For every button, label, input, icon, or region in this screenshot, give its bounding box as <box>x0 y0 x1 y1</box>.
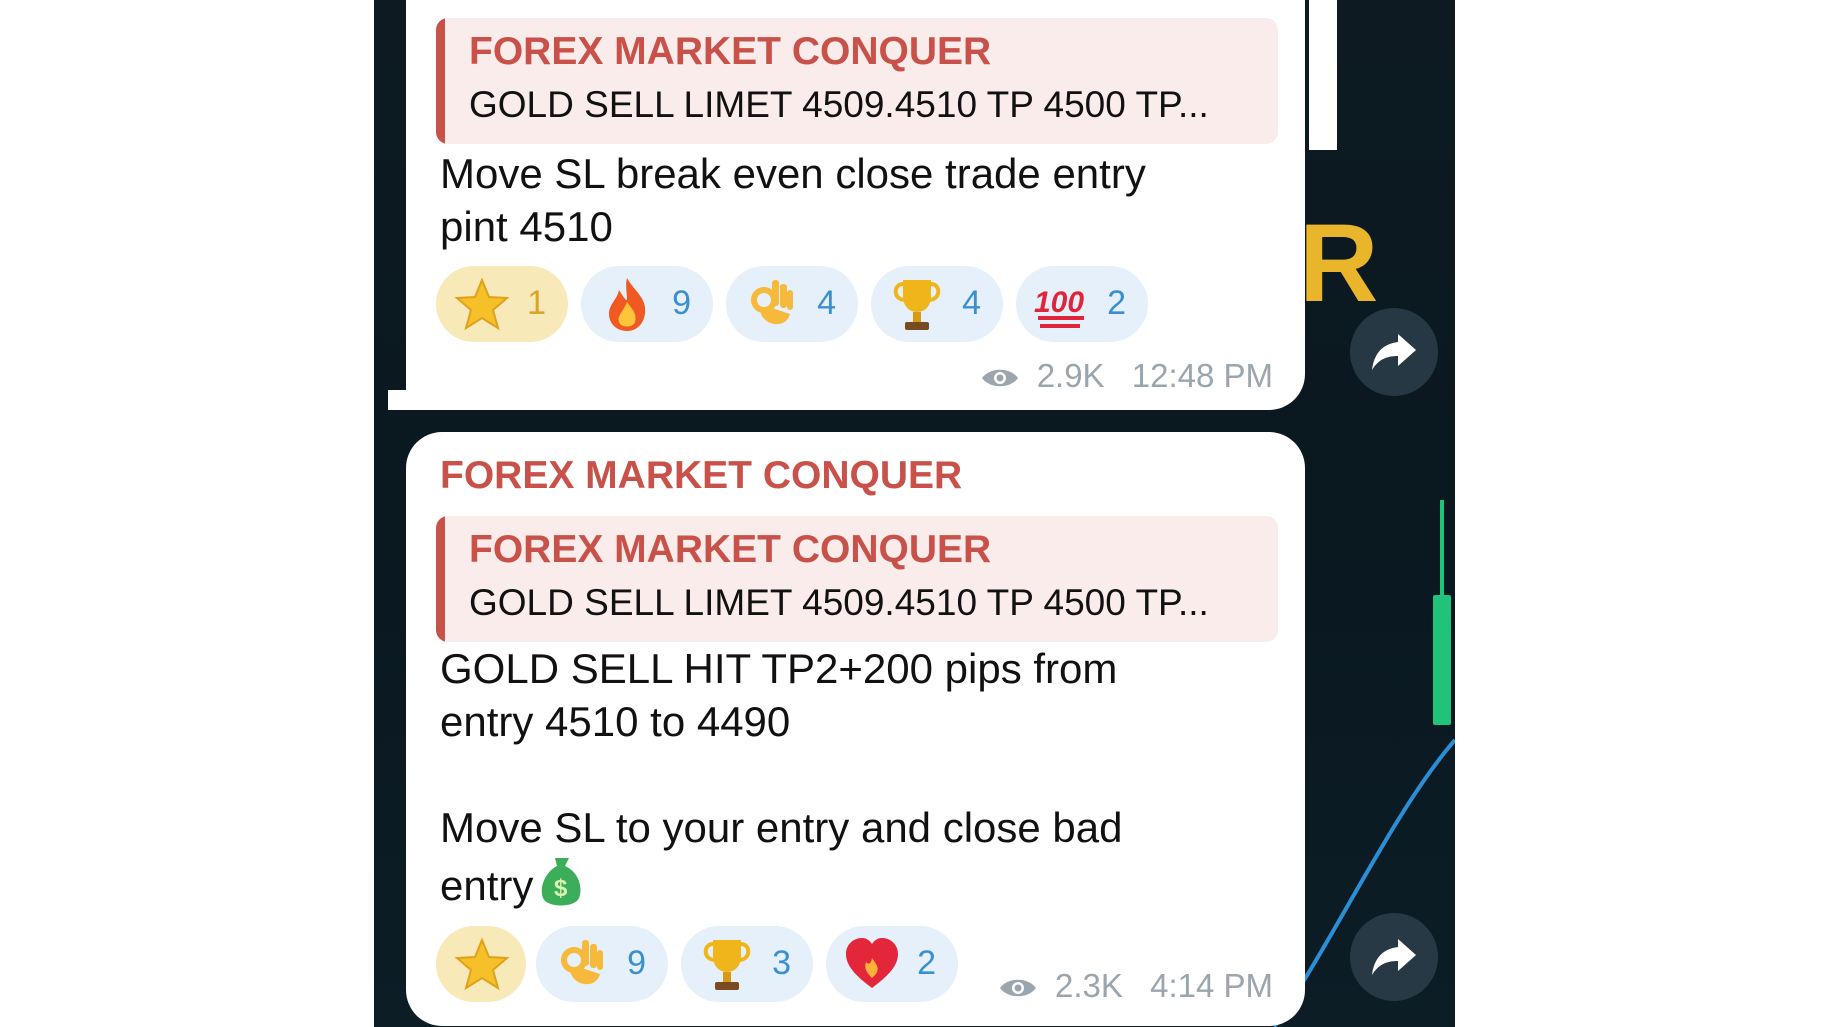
money-bag-icon: $ <box>542 858 581 906</box>
reaction-count: 2 <box>1107 284 1126 322</box>
reaction-ok-hand[interactable]: 4 <box>726 266 858 342</box>
background-logo-letter: R <box>1299 202 1379 325</box>
views-count: 2.3K <box>1055 967 1123 1004</box>
share-arrow-icon <box>1372 939 1416 975</box>
reaction-trophy[interactable]: 3 <box>681 926 813 1002</box>
reaction-count: 9 <box>627 944 646 982</box>
message-meta: 2.9K 12:48 PM <box>980 357 1273 395</box>
message-time: 4:14 PM <box>1150 967 1273 1004</box>
reply-accent-bar <box>436 516 445 642</box>
message-bubble[interactable]: FOREX MARKET CONQUER FOREX MARKET CONQUE… <box>406 432 1305 1026</box>
reply-preview[interactable]: FOREX MARKET CONQUER GOLD SELL LIMET 450… <box>436 516 1278 642</box>
reply-sender-name: FOREX MARKET CONQUER <box>469 528 992 571</box>
hundred-points-icon: 100 <box>1034 286 1084 328</box>
message-text: GOLD SELL HIT TP2+200 pips from entry 45… <box>440 642 1270 912</box>
reaction-count: 9 <box>672 284 691 322</box>
reply-accent-bar <box>436 18 445 144</box>
reaction-star[interactable]: 1 <box>436 266 568 342</box>
reaction-star[interactable] <box>436 926 526 1002</box>
reaction-count: 4 <box>962 284 981 322</box>
reaction-count: 3 <box>772 944 791 982</box>
views-eye-icon <box>981 370 1018 387</box>
message-bubble[interactable]: FOREX MARKET CONQUER GOLD SELL LIMET 450… <box>406 0 1305 410</box>
trophy-icon <box>893 280 941 330</box>
message-text: Move SL break even close trade entry pin… <box>440 150 1146 250</box>
reaction-trophy[interactable]: 4 <box>871 266 1003 342</box>
reply-preview[interactable]: FOREX MARKET CONQUER GOLD SELL LIMET 450… <box>436 18 1278 144</box>
share-arrow-icon <box>1372 334 1416 370</box>
forward-button[interactable] <box>1350 913 1438 1001</box>
reaction-heart-on-fire[interactable]: 2 <box>826 926 958 1002</box>
chat-screen: R FOREX MARKET CONQUER GOLD SELL LIMET 4… <box>374 0 1455 1027</box>
reaction-hundred-points[interactable]: 100 2 <box>1016 266 1148 342</box>
fire-icon <box>609 278 646 331</box>
ok-hand-icon <box>561 940 603 985</box>
reaction-fire[interactable]: 9 <box>581 266 713 342</box>
star-icon <box>454 277 510 331</box>
reply-quoted-text: GOLD SELL LIMET 4509.4510 TP 4500 TP... <box>469 582 1209 623</box>
reaction-count: 4 <box>817 284 836 322</box>
reaction-count: 1 <box>527 284 546 322</box>
star-icon <box>454 937 510 991</box>
reaction-count: 2 <box>917 944 936 982</box>
message-meta: 2.3K 4:14 PM <box>998 967 1273 1005</box>
sender-name[interactable]: FOREX MARKET CONQUER <box>440 454 962 498</box>
message-time: 12:48 PM <box>1131 357 1273 394</box>
svg-text:$: $ <box>554 875 568 902</box>
reaction-ok-hand[interactable]: 9 <box>536 926 668 1002</box>
views-count: 2.9K <box>1036 357 1105 394</box>
heart-on-fire-icon <box>846 938 898 988</box>
svg-text:100: 100 <box>1034 286 1084 319</box>
trophy-icon <box>703 940 751 990</box>
ok-hand-icon <box>751 280 793 325</box>
background-decoration <box>1309 0 1337 150</box>
forward-button[interactable] <box>1350 308 1438 396</box>
reply-sender-name: FOREX MARKET CONQUER <box>469 30 992 73</box>
reply-quoted-text: GOLD SELL LIMET 4509.4510 TP 4500 TP... <box>469 84 1209 125</box>
views-eye-icon <box>999 980 1036 997</box>
